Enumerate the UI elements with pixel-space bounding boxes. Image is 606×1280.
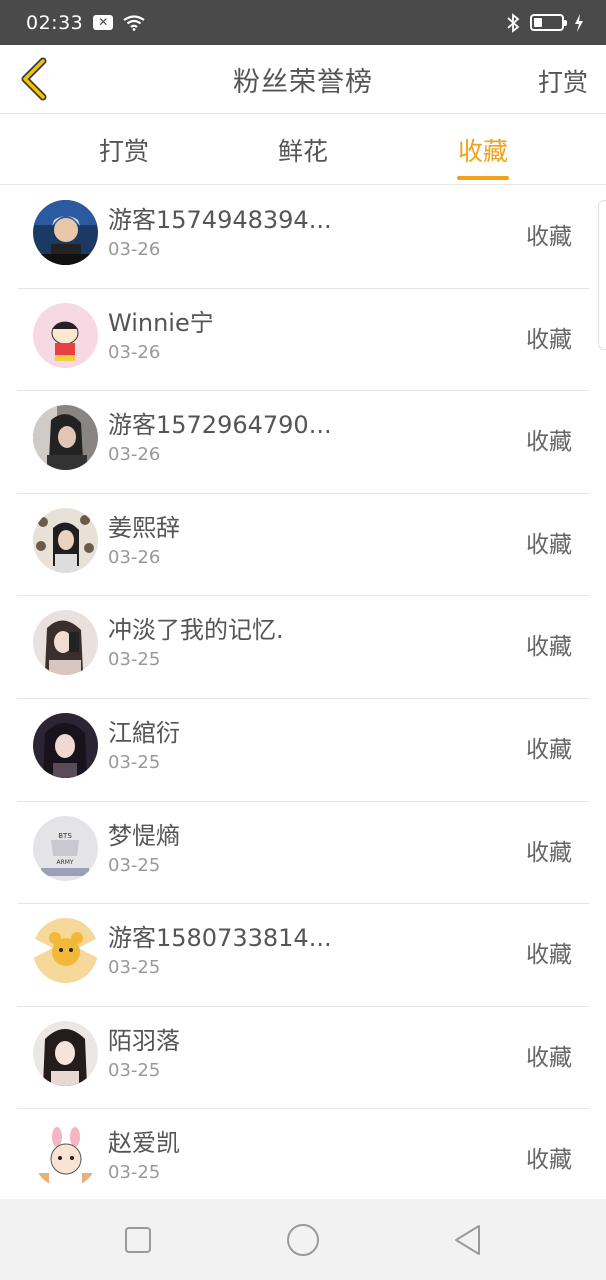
fan-action: 收藏	[526, 839, 572, 866]
charging-icon	[575, 13, 583, 32]
fan-date: 03-26	[108, 341, 161, 363]
page-title: 粉丝荣誉榜	[233, 66, 373, 98]
back-chevron-icon	[21, 57, 47, 101]
fan-name: 姜熙辞	[108, 513, 180, 542]
fan-action: 收藏	[526, 1147, 572, 1174]
list-item[interactable]: 江綰衍 03-25 收藏	[17, 699, 589, 802]
battery-icon	[530, 14, 567, 31]
fan-action: 收藏	[526, 1044, 572, 1071]
tab-bar: 打赏 鲜花 收藏	[0, 114, 606, 185]
system-nav-bar	[0, 1199, 606, 1280]
avatar	[33, 1123, 98, 1189]
wifi-icon	[123, 14, 145, 31]
fan-date: 03-25	[108, 957, 161, 979]
tab-label: 打赏	[98, 136, 149, 166]
fan-action: 收藏	[526, 326, 572, 353]
fan-name: Winnie宁	[108, 308, 214, 337]
avatar	[33, 610, 98, 676]
tab-flowers[interactable]: 鲜花	[228, 114, 378, 185]
fan-name: 冲淡了我的记忆.	[108, 616, 284, 645]
fan-action: 收藏	[526, 634, 572, 661]
status-time: 02:33	[26, 11, 84, 34]
list-item[interactable]: 陌羽落 03-25 收藏	[17, 1007, 589, 1110]
fan-list[interactable]: 游客1574948394... 03-26 收藏 Winnie宁 03-26 收…	[0, 186, 606, 1199]
list-item[interactable]: 赵爱凯 03-25 收藏	[17, 1109, 589, 1199]
scrollbar[interactable]	[598, 200, 606, 350]
back-button[interactable]	[14, 55, 54, 103]
header: 粉丝荣誉榜 打赏	[0, 45, 606, 114]
tab-label: 收藏	[457, 136, 508, 166]
fan-name: 陌羽落	[108, 1026, 180, 1055]
tab-label: 鲜花	[277, 136, 328, 166]
fan-date: 03-25	[108, 1162, 161, 1184]
fan-action: 收藏	[526, 942, 572, 969]
fan-date: 03-26	[108, 444, 161, 466]
fan-date: 03-26	[108, 239, 161, 260]
avatar	[33, 200, 98, 265]
avatar	[33, 507, 98, 573]
avatar	[33, 1020, 98, 1086]
list-item[interactable]: 姜熙辞 03-26 收藏	[17, 494, 589, 597]
fan-action: 收藏	[526, 429, 572, 456]
avatar	[33, 712, 98, 778]
status-bar: 02:33 ✕	[0, 0, 606, 45]
list-item[interactable]: BTS ARMY 梦惿熵 03-25 收藏	[17, 802, 589, 905]
status-left: 02:33 ✕	[26, 12, 145, 34]
list-item[interactable]: 游客1572964790... 03-26 收藏	[17, 391, 589, 494]
tab-tip[interactable]: 打赏	[49, 114, 199, 185]
home-circle-icon[interactable]	[286, 1221, 320, 1259]
fan-name: 游客1580733814...	[108, 924, 332, 953]
bluetooth-icon	[507, 12, 520, 33]
fan-action: 收藏	[526, 531, 572, 558]
fan-date: 03-25	[108, 751, 161, 773]
fan-name: 游客1574948394...	[108, 206, 332, 234]
fan-action: 收藏	[526, 224, 572, 250]
avatar	[33, 405, 98, 471]
fan-date: 03-26	[108, 546, 161, 568]
avatar	[33, 918, 98, 984]
active-tab-indicator	[457, 176, 509, 180]
fan-date: 03-25	[108, 649, 161, 671]
tab-favorites[interactable]: 收藏	[408, 114, 558, 185]
fan-action: 收藏	[526, 736, 572, 763]
fan-date: 03-25	[108, 1059, 161, 1081]
svg-text:BTS: BTS	[58, 832, 72, 840]
notification-x-icon: ✕	[93, 15, 114, 30]
svg-text:ARMY: ARMY	[56, 859, 73, 866]
fan-name: 江綰衍	[108, 718, 180, 747]
list-item[interactable]: 游客1574948394... 03-26 收藏	[17, 186, 589, 289]
avatar: BTS ARMY	[33, 815, 98, 881]
list-item[interactable]: Winnie宁 03-26 收藏	[17, 289, 589, 392]
fan-name: 梦惿熵	[108, 821, 180, 850]
status-right	[506, 12, 584, 33]
list-item[interactable]: 游客1580733814... 03-25 收藏	[17, 904, 589, 1007]
fan-name: 游客1572964790...	[108, 411, 332, 440]
recents-square-icon[interactable]	[124, 1221, 152, 1259]
list-item[interactable]: 冲淡了我的记忆. 03-25 收藏	[17, 596, 589, 699]
back-triangle-icon[interactable]	[452, 1221, 482, 1259]
tip-button[interactable]: 打赏	[538, 63, 588, 99]
fan-name: 赵爱凯	[108, 1129, 180, 1158]
avatar	[33, 302, 98, 368]
fan-date: 03-25	[108, 854, 161, 876]
battery-level	[534, 18, 542, 27]
